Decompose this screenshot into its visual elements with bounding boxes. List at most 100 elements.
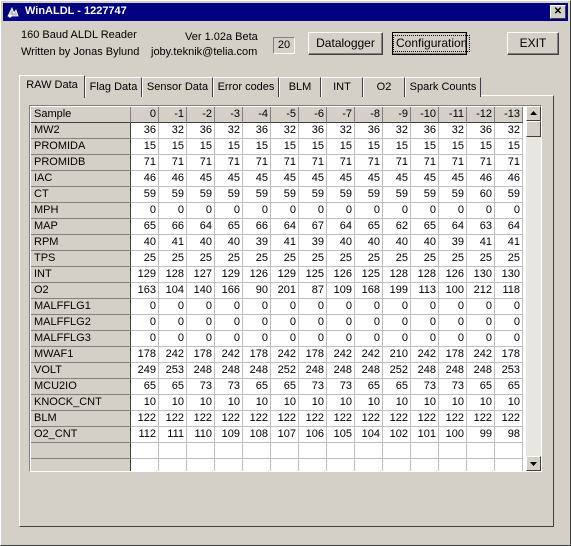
vertical-scrollbar[interactable] xyxy=(526,106,541,471)
table-cell: 71 xyxy=(495,155,523,171)
column-header[interactable]: -6 xyxy=(299,107,327,123)
table-cell: 45 xyxy=(411,171,439,187)
raw-data-grid[interactable]: Sample 0 -1 -2 -3 -4 -5 -6 -7 -8 -9 -10 -11 -12 -13 MW2… xyxy=(29,105,542,472)
table-cell: 59 xyxy=(215,187,243,203)
scroll-thumb[interactable] xyxy=(526,121,541,137)
table-cell: 0 xyxy=(271,203,299,219)
table-cell: 178 xyxy=(131,347,159,363)
table-cell: 10 xyxy=(439,395,467,411)
column-header[interactable]: -3 xyxy=(215,107,243,123)
row-label: MALFFLG2 xyxy=(31,315,131,331)
column-header[interactable]: -5 xyxy=(271,107,299,123)
tab-int[interactable]: INT xyxy=(321,77,363,97)
table-cell: 118 xyxy=(495,283,523,299)
table-cell: 252 xyxy=(383,363,411,379)
tab-o2[interactable]: O2 xyxy=(363,77,405,97)
column-header[interactable]: -13 xyxy=(495,107,523,123)
column-header[interactable]: -10 xyxy=(411,107,439,123)
tab-flag-data[interactable]: Flag Data xyxy=(85,77,142,97)
table-cell: 65 xyxy=(159,379,187,395)
table-cell: 0 xyxy=(271,331,299,347)
title-bar[interactable]: WinALDL - 1227747 ✕ xyxy=(3,3,568,21)
table-cell: 248 xyxy=(243,363,271,379)
row-label: RPM xyxy=(31,235,131,251)
table-cell: 252 xyxy=(271,363,299,379)
table-cell: 15 xyxy=(159,139,187,155)
table-cell: 242 xyxy=(327,347,355,363)
column-header[interactable]: -2 xyxy=(187,107,215,123)
table-cell: 0 xyxy=(495,299,523,315)
table-cell: 122 xyxy=(383,411,411,427)
table-cell: 122 xyxy=(187,411,215,427)
table-cell xyxy=(327,459,355,471)
column-header[interactable]: -12 xyxy=(467,107,495,123)
row-label xyxy=(31,443,131,459)
table-cell: 0 xyxy=(299,299,327,315)
table-cell: 122 xyxy=(439,411,467,427)
table-cell: 0 xyxy=(495,331,523,347)
table-cell: 0 xyxy=(495,203,523,219)
table-cell: 0 xyxy=(411,203,439,219)
table-cell: 0 xyxy=(159,299,187,315)
table-cell: 0 xyxy=(299,203,327,219)
tab-sensor-data[interactable]: Sensor Data xyxy=(142,77,213,97)
table-cell: 0 xyxy=(131,299,159,315)
row-label: CT xyxy=(31,187,131,203)
table-cell: 71 xyxy=(215,155,243,171)
row-label xyxy=(31,459,131,471)
table-cell: 130 xyxy=(467,267,495,283)
table-cell: 62 xyxy=(383,219,411,235)
table-cell: 129 xyxy=(131,267,159,283)
column-header[interactable]: -7 xyxy=(327,107,355,123)
table-cell: 253 xyxy=(495,363,523,379)
table-cell: 140 xyxy=(187,283,215,299)
tab-error-codes[interactable]: Error codes xyxy=(213,77,279,97)
configuration-button[interactable]: Configuration xyxy=(392,32,471,55)
table-cell: 210 xyxy=(383,347,411,363)
datalogger-button[interactable]: Datalogger xyxy=(308,32,383,55)
table-cell: 59 xyxy=(299,187,327,203)
table-cell: 111 xyxy=(159,427,187,443)
table-cell: 71 xyxy=(159,155,187,171)
table-cell xyxy=(495,443,523,459)
exit-button[interactable]: EXIT xyxy=(507,32,559,55)
table-cell: 45 xyxy=(439,171,467,187)
table-cell: 0 xyxy=(159,315,187,331)
column-header[interactable]: -1 xyxy=(159,107,187,123)
table-cell: 126 xyxy=(439,267,467,283)
table-cell: 178 xyxy=(439,347,467,363)
table-cell: 65 xyxy=(355,219,383,235)
tab-blm[interactable]: BLM xyxy=(279,77,321,97)
table-cell: 25 xyxy=(383,251,411,267)
column-header[interactable]: -11 xyxy=(439,107,467,123)
scroll-down-button[interactable] xyxy=(526,456,541,471)
table-cell: 59 xyxy=(411,187,439,203)
column-header[interactable]: -4 xyxy=(243,107,271,123)
table-cell: 15 xyxy=(467,139,495,155)
table-cell: 0 xyxy=(131,203,159,219)
column-header[interactable]: 0 xyxy=(131,107,159,123)
column-header-sample[interactable]: Sample xyxy=(31,107,131,123)
tab-raw-data[interactable]: RAW Data xyxy=(19,75,85,98)
scroll-up-button[interactable] xyxy=(526,106,541,121)
table-cell: 0 xyxy=(271,315,299,331)
table-cell: 45 xyxy=(215,171,243,187)
table-cell: 10 xyxy=(271,395,299,411)
table-cell: 0 xyxy=(439,331,467,347)
table-cell: 45 xyxy=(243,171,271,187)
table-cell: 39 xyxy=(243,235,271,251)
tab-spark-counts[interactable]: Spark Counts xyxy=(405,77,481,97)
close-button[interactable]: ✕ xyxy=(550,5,566,19)
table-cell: 59 xyxy=(271,187,299,203)
table-cell: 15 xyxy=(327,139,355,155)
table-cell: 46 xyxy=(495,171,523,187)
table-cell: 0 xyxy=(299,315,327,331)
table-cell: 25 xyxy=(243,251,271,267)
column-header[interactable]: -9 xyxy=(383,107,411,123)
table-cell: 41 xyxy=(467,235,495,251)
column-header[interactable]: -8 xyxy=(355,107,383,123)
table-cell: 122 xyxy=(215,411,243,427)
table-cell: 112 xyxy=(131,427,159,443)
table-cell: 99 xyxy=(467,427,495,443)
table-cell xyxy=(355,459,383,471)
